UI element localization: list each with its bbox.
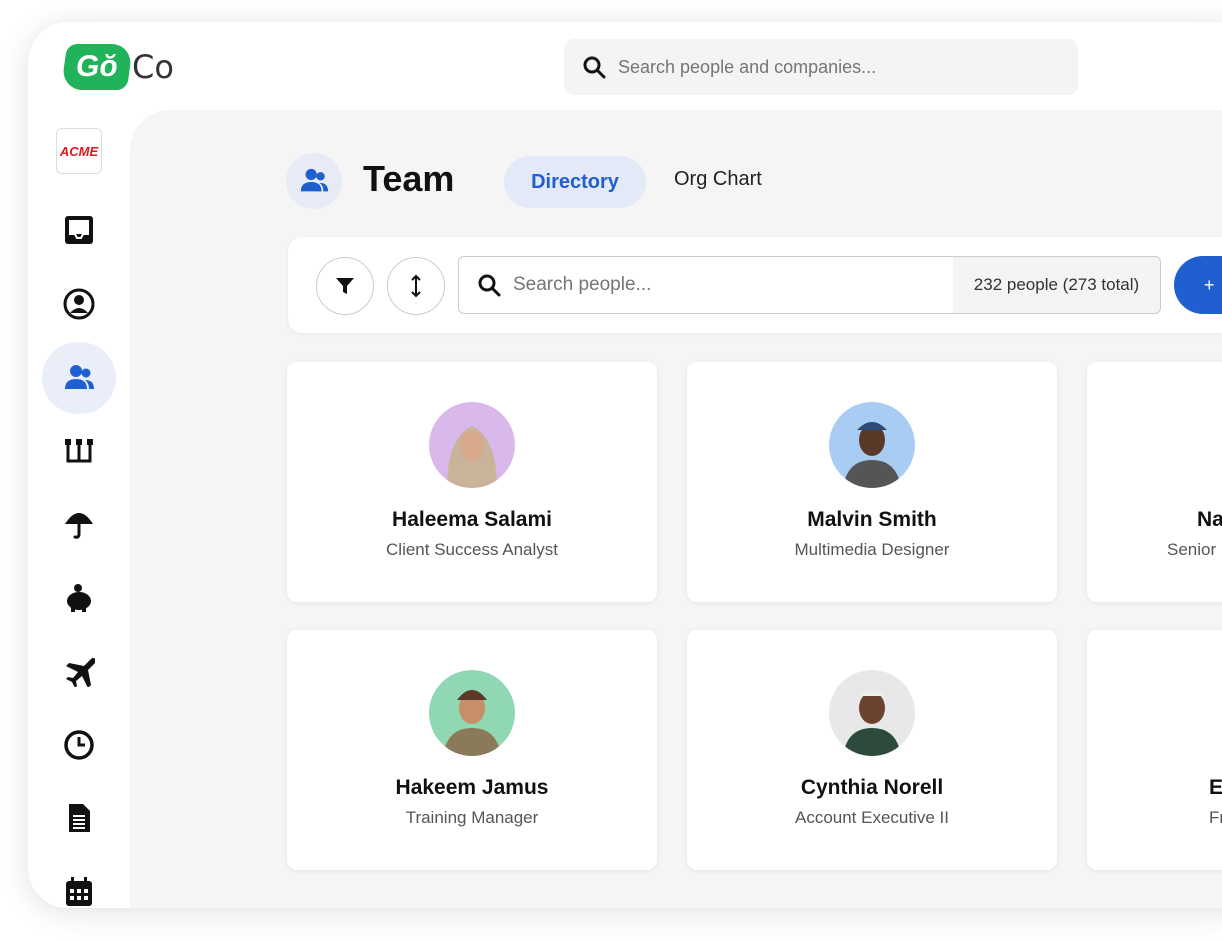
inbox-icon <box>65 216 93 244</box>
sidebar-item-org[interactable] <box>42 415 116 487</box>
company-logo: ACME <box>56 128 102 174</box>
goco-logo[interactable]: Gŏ Co <box>60 44 174 90</box>
tab-directory[interactable]: Directory <box>504 156 646 208</box>
airplane-icon <box>66 658 95 687</box>
person-role: Senior <box>1167 540 1217 559</box>
person-name: Na <box>1197 508 1222 531</box>
people-search-input[interactable] <box>513 274 913 296</box>
logo-badge: Gŏ <box>60 44 134 90</box>
person-role: Client Success Analyst <box>386 540 558 559</box>
sidebar-item-inbox[interactable] <box>42 194 116 266</box>
tab-org-chart[interactable]: Org Chart <box>674 168 762 191</box>
org-chart-icon <box>65 439 93 463</box>
avatar <box>429 402 515 488</box>
person-role: Training Manager <box>405 808 539 827</box>
document-icon <box>69 804 90 832</box>
search-icon <box>583 56 606 79</box>
people-count: 232 people (273 total) <box>953 256 1161 314</box>
people-search[interactable] <box>458 256 954 314</box>
sidebar-item-documents[interactable] <box>42 782 116 854</box>
avatar <box>429 670 515 756</box>
app-window: Gŏ Co ACME <box>28 22 1222 908</box>
main-content: Team Directory Org Chart 232 people (273… <box>130 110 1222 908</box>
team-icon <box>300 168 329 192</box>
sidebar-item-payroll[interactable] <box>42 562 116 634</box>
team-header-icon <box>286 153 342 209</box>
global-search-input[interactable] <box>618 56 1018 78</box>
filter-button[interactable] <box>316 257 374 315</box>
person-card[interactable]: Haleema Salami Client Success Analyst <box>287 362 657 602</box>
calendar-icon <box>66 877 92 906</box>
team-icon <box>65 365 94 389</box>
person-card[interactable]: E Fro <box>1087 630 1222 870</box>
company-switcher[interactable]: ACME <box>42 115 116 187</box>
person-role: Multimedia Designer <box>794 540 950 559</box>
avatar <box>829 402 915 488</box>
directory-toolbar: 232 people (273 total) + <box>288 237 1222 333</box>
sidebar-item-profile[interactable] <box>42 268 116 340</box>
person-name: Haleema Salami <box>392 508 552 531</box>
sidebar-item-time[interactable] <box>42 709 116 781</box>
person-card[interactable]: Malvin Smith Multimedia Designer <box>687 362 1057 602</box>
sidebar-item-time-off[interactable] <box>42 635 116 707</box>
user-circle-icon <box>63 288 95 320</box>
person-card[interactable]: Cynthia Norell Account Executive II <box>687 630 1057 870</box>
piggy-bank-icon <box>67 584 91 612</box>
person-name: E <box>1209 776 1222 799</box>
search-icon <box>478 274 501 297</box>
person-name: Malvin Smith <box>807 508 937 531</box>
sidebar: ACME <box>28 112 130 908</box>
sort-icon <box>411 274 421 298</box>
clock-icon <box>64 730 94 760</box>
filter-icon <box>336 278 354 294</box>
person-card[interactable]: Hakeem Jamus Training Manager <box>287 630 657 870</box>
sidebar-item-calendar[interactable] <box>42 856 116 908</box>
person-role: Fro <box>1209 808 1222 827</box>
person-card[interactable]: Na Senior <box>1087 362 1222 602</box>
avatar <box>829 670 915 756</box>
sort-button[interactable] <box>387 257 445 315</box>
person-role: Account Executive II <box>794 808 950 827</box>
page-title: Team <box>363 158 455 199</box>
person-name: Hakeem Jamus <box>395 776 549 799</box>
logo-text: Co <box>132 48 174 86</box>
sidebar-item-benefits[interactable] <box>42 488 116 560</box>
add-person-button[interactable]: + <box>1174 256 1222 314</box>
person-name: Cynthia Norell <box>800 776 944 799</box>
global-search[interactable] <box>564 39 1078 95</box>
sidebar-item-team[interactable] <box>42 342 116 414</box>
umbrella-icon <box>65 513 93 539</box>
